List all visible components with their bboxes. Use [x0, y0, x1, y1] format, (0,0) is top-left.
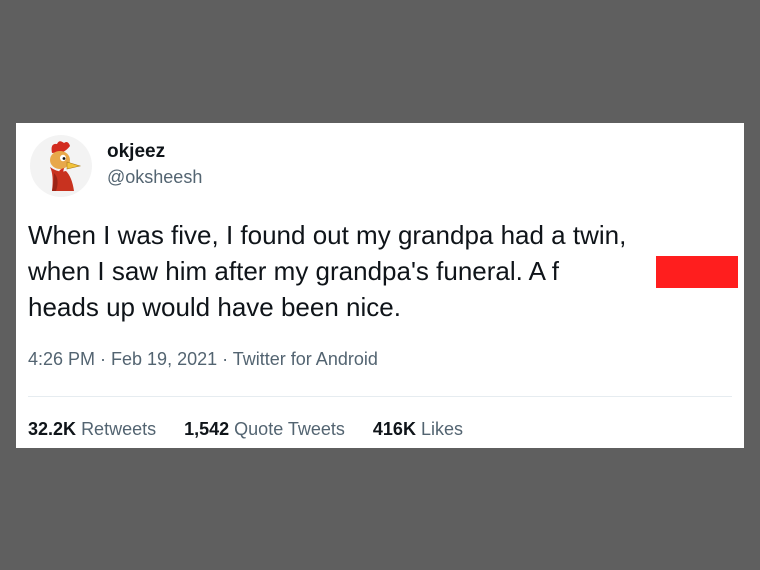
likes-count: 416K	[372, 419, 416, 439]
quote-tweets-label: Quote Tweets	[234, 419, 345, 439]
tweet-text-line: when I saw him after my grandpa's funera…	[28, 256, 560, 286]
tweet-text-line: heads up would have been nice.	[28, 292, 401, 322]
redaction-box	[656, 256, 738, 288]
likes-label: Likes	[420, 419, 463, 439]
tweet-card: okjeez @oksheesh When I was five, I foun…	[16, 123, 744, 448]
quote-tweets-stat[interactable]: 1,542 Quote Tweets	[184, 419, 345, 440]
retweets-stat[interactable]: 32.2K Retweets	[28, 419, 156, 440]
rooster-avatar-icon	[50, 141, 82, 191]
user-handle[interactable]: @oksheesh	[107, 167, 202, 188]
tweet-timestamp[interactable]: 4:26 PM · Feb 19, 2021 · Twitter for And…	[28, 349, 378, 370]
quote-tweets-count: 1,542	[184, 419, 230, 439]
tweet-text-line: When I was five, I found out my grandpa …	[28, 220, 627, 250]
display-name[interactable]: okjeez	[107, 141, 165, 163]
likes-stat[interactable]: 416K Likes	[373, 419, 463, 440]
tweet-text: When I was five, I found out my grandpa …	[28, 217, 736, 325]
retweets-label: Retweets	[81, 419, 157, 439]
divider	[28, 396, 732, 397]
tweet-stats: 32.2K Retweets 1,542 Quote Tweets 416K L…	[28, 419, 463, 440]
avatar[interactable]	[30, 135, 92, 197]
retweets-count: 32.2K	[28, 419, 77, 439]
